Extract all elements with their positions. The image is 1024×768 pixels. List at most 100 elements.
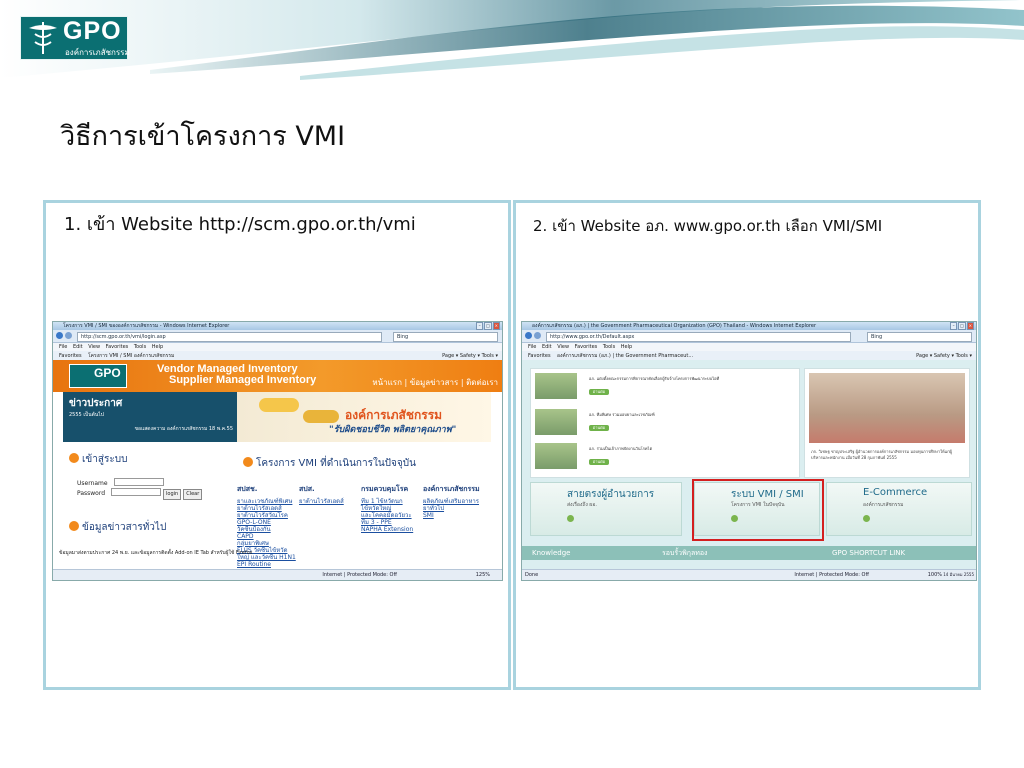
project-link[interactable]: ยาต้านไวรัสเอดส์: [299, 498, 344, 505]
list-item[interactable]: อภ. ร่วมเป็นเจ้าภาพจัดงานวันโรคไต อ่านต่…: [535, 441, 795, 473]
project-link[interactable]: กลุ่มยาพิเศษ: [237, 540, 296, 547]
header-line2: Supplier Managed Inventory: [169, 374, 317, 386]
project-link[interactable]: ยาต้านไวรัสเอดส์: [237, 505, 296, 512]
arrow-icon: [863, 515, 870, 522]
news-link[interactable]: รอบรั้วพิกุลทอง: [662, 546, 707, 560]
news-text[interactable]: อภ. แต่งตั้งคณะกรรมการพิจารณาคัดเลือกผู้…: [589, 375, 719, 382]
menu-bar[interactable]: File Edit View Favorites Tools Help: [522, 343, 976, 351]
favorites-button[interactable]: Favorites: [59, 353, 82, 359]
right-caption: 2. เข้า Website อภ. www.gpo.or.th เลือก …: [533, 217, 883, 235]
mini-logo-text: GPO: [94, 366, 121, 380]
clear-button[interactable]: Clear: [183, 489, 203, 500]
shortcut-link[interactable]: GPO SHORTCUT LINK: [832, 546, 905, 560]
zoom-level[interactable]: 100%: [928, 570, 942, 580]
gpo-footer: Knowledge รอบรั้วพิกุลทอง GPO SHORTCUT L…: [522, 546, 976, 560]
read-more-button[interactable]: อ่านต่อ: [589, 459, 609, 465]
news-thumbnail: [535, 373, 577, 399]
pill-banner: องค์การเภสัชกรรม "รับผิดชอบชีวิต พลิตยาค…: [237, 392, 491, 442]
pill-icon: [259, 398, 299, 412]
login-button[interactable]: login: [163, 489, 182, 500]
news-thumbnail: [535, 443, 577, 469]
projects-title: โครงการ VMI ที่ดำเนินการในปัจจุบัน: [256, 458, 416, 469]
browser-title: องค์การเภสัชกรรม (อภ.) | the Government …: [532, 323, 817, 329]
url-input[interactable]: http://scm.gpo.or.th/vmi/login.asp: [77, 332, 382, 342]
header-links[interactable]: หน้าแรก | ข้อมูลข่าวสาร | ติดต่อเรา: [372, 376, 498, 389]
info-title: ข้อมูลข่าวสารทั่วไป: [82, 522, 167, 533]
project-link[interactable]: ยาต้านไวรัสวัณโรค: [237, 512, 296, 519]
minimize-icon[interactable]: –: [950, 322, 958, 330]
project-link[interactable]: และโคคอมัดอวัยวะ: [361, 512, 413, 519]
news-line[interactable]: ข้อมูลมาส่งตามประกาศ 24 พ.ย. และข้อมูลกา…: [59, 549, 252, 557]
news-text[interactable]: อภ. ทีมพิเศษ ร่วมมอบยาและเวชภัณฑ์: [589, 411, 655, 418]
favorites-button[interactable]: Favorites: [528, 353, 551, 359]
browser-titlebar: โครงการ VMI / SMI ขององค์การเภสัชกรรม - …: [53, 322, 502, 330]
vmi-content: เข้าสู่ระบบ Username Password login Clear …: [53, 442, 497, 568]
column-head: กรมควบคุมโรค: [361, 485, 409, 493]
search-input[interactable]: Bing: [867, 332, 972, 342]
search-input[interactable]: Bing: [393, 332, 498, 342]
ecommerce-tile[interactable]: E-Commerce องค์การเภสัชกรรม: [826, 482, 972, 536]
project-link[interactable]: ไข้หวัดใหญ่: [361, 505, 413, 512]
project-link[interactable]: GPO-L-ONE: [237, 519, 296, 526]
gpo-site-screenshot: องค์การเภสัชกรรม (อภ.) | the Government …: [521, 321, 977, 581]
right-panel: 2. เข้า Website อภ. www.gpo.or.th เลือก …: [513, 200, 981, 690]
project-link[interactable]: วัคซีนป้องกัน: [237, 526, 296, 533]
project-link[interactable]: ยาทั่วไป: [423, 505, 480, 512]
knowledge-link[interactable]: Knowledge: [532, 546, 570, 560]
security-zone: Internet | Protected Mode: Off: [794, 572, 869, 578]
minimize-icon[interactable]: –: [476, 322, 484, 330]
project-link[interactable]: ทีม 1 ไข้หวัดนก: [361, 498, 413, 505]
project-link[interactable]: ทีม 3 - PPE: [361, 519, 413, 526]
project-link[interactable]: EPI Routine: [237, 561, 296, 568]
news-box: ข่าวประกาศ 2555 เป็นต้นไป ขอแสดงความ องค…: [63, 392, 237, 442]
project-link[interactable]: ผลิตภัณฑ์เสริมอาหาร: [423, 498, 480, 505]
username-label: Username: [77, 480, 108, 487]
list-item[interactable]: อภ. ทีมพิเศษ ร่วมมอบยาและเวชภัณฑ์ อ่านต่…: [535, 407, 795, 439]
logo-text: GPO: [63, 17, 122, 45]
photo-caption: ภก. วิเชษฐ ชาญประเสริฐ ผู้อำนวยการองค์กา…: [811, 449, 952, 460]
zoom-level[interactable]: 125%: [476, 570, 490, 580]
tab-gpo[interactable]: องค์การเภสัชกรรม (อภ.) | the Government …: [557, 353, 693, 359]
project-link[interactable]: ยาและเวชภัณฑ์พิเศษ: [237, 498, 296, 505]
browser-titlebar: องค์การเภสัชกรรม (อภ.) | the Government …: [522, 322, 976, 330]
project-link[interactable]: CAPD: [237, 533, 296, 540]
close-icon[interactable]: ×: [966, 322, 974, 330]
info-icon: [69, 521, 79, 531]
search-icon: [243, 457, 253, 467]
info-heading: ข้อมูลข่าวสารทั่วไป: [69, 520, 166, 535]
news-text[interactable]: อภ. ร่วมเป็นเจ้าภาพจัดงานวันโรคไต: [589, 445, 652, 452]
featured-photo: ภก. วิเชษฐ ชาญประเสริฐ ผู้อำนวยการองค์กา…: [804, 368, 970, 478]
login-title: เข้าสู่ระบบ: [82, 454, 128, 465]
password-field[interactable]: [111, 488, 162, 496]
close-icon[interactable]: ×: [492, 322, 500, 330]
group-photo[interactable]: [809, 373, 965, 443]
left-panel: 1. เข้า Website http://scm.gpo.or.th/vmi…: [43, 200, 511, 690]
username-field[interactable]: [113, 478, 164, 486]
read-more-button[interactable]: อ่านต่อ: [589, 389, 609, 395]
logo-subtitle: องค์การเภสัชกรรม: [65, 48, 130, 57]
maximize-icon[interactable]: □: [958, 322, 966, 330]
window-controls: – □ ×: [476, 322, 500, 330]
projects-heading: โครงการ VMI ที่ดำเนินการในปัจจุบัน: [243, 456, 416, 471]
project-link[interactable]: SMI: [423, 512, 480, 519]
security-zone: Internet | Protected Mode: Off: [322, 572, 397, 578]
url-input[interactable]: http://www.gpo.or.th/Default.aspx: [546, 332, 851, 342]
header-banner: GPO องค์การเภสัชกรรม: [0, 0, 1024, 80]
forward-icon[interactable]: [534, 332, 541, 339]
list-item[interactable]: อภ. แต่งตั้งคณะกรรมการพิจารณาคัดเลือกผู้…: [535, 371, 795, 403]
arrow-icon: [567, 515, 574, 522]
back-icon[interactable]: [56, 332, 63, 339]
director-tile[interactable]: สายตรงผู้อำนวยการ ส่งเรื่องถึง ผอ.: [530, 482, 682, 536]
forward-icon[interactable]: [65, 332, 72, 339]
tile-sub: องค์การเภสัชกรรม: [863, 502, 904, 508]
maximize-icon[interactable]: □: [484, 322, 492, 330]
tab-vmi[interactable]: โครงการ VMI / SMI องค์การเภสัชกรรม: [88, 353, 174, 359]
column-sso: สปส. ยาต้านไวรัสเอดส์: [299, 484, 344, 505]
back-icon[interactable]: [525, 332, 532, 339]
tile-sub: ส่งเรื่องถึง ผอ.: [567, 502, 597, 508]
menu-bar[interactable]: File Edit View Favorites Tools Help: [53, 343, 502, 351]
window-controls: – □ ×: [950, 322, 974, 330]
project-link[interactable]: NAPHA Extension: [361, 526, 413, 533]
read-more-button[interactable]: อ่านต่อ: [589, 425, 609, 431]
status-bar: Internet | Protected Mode: Off 125%: [53, 569, 502, 580]
